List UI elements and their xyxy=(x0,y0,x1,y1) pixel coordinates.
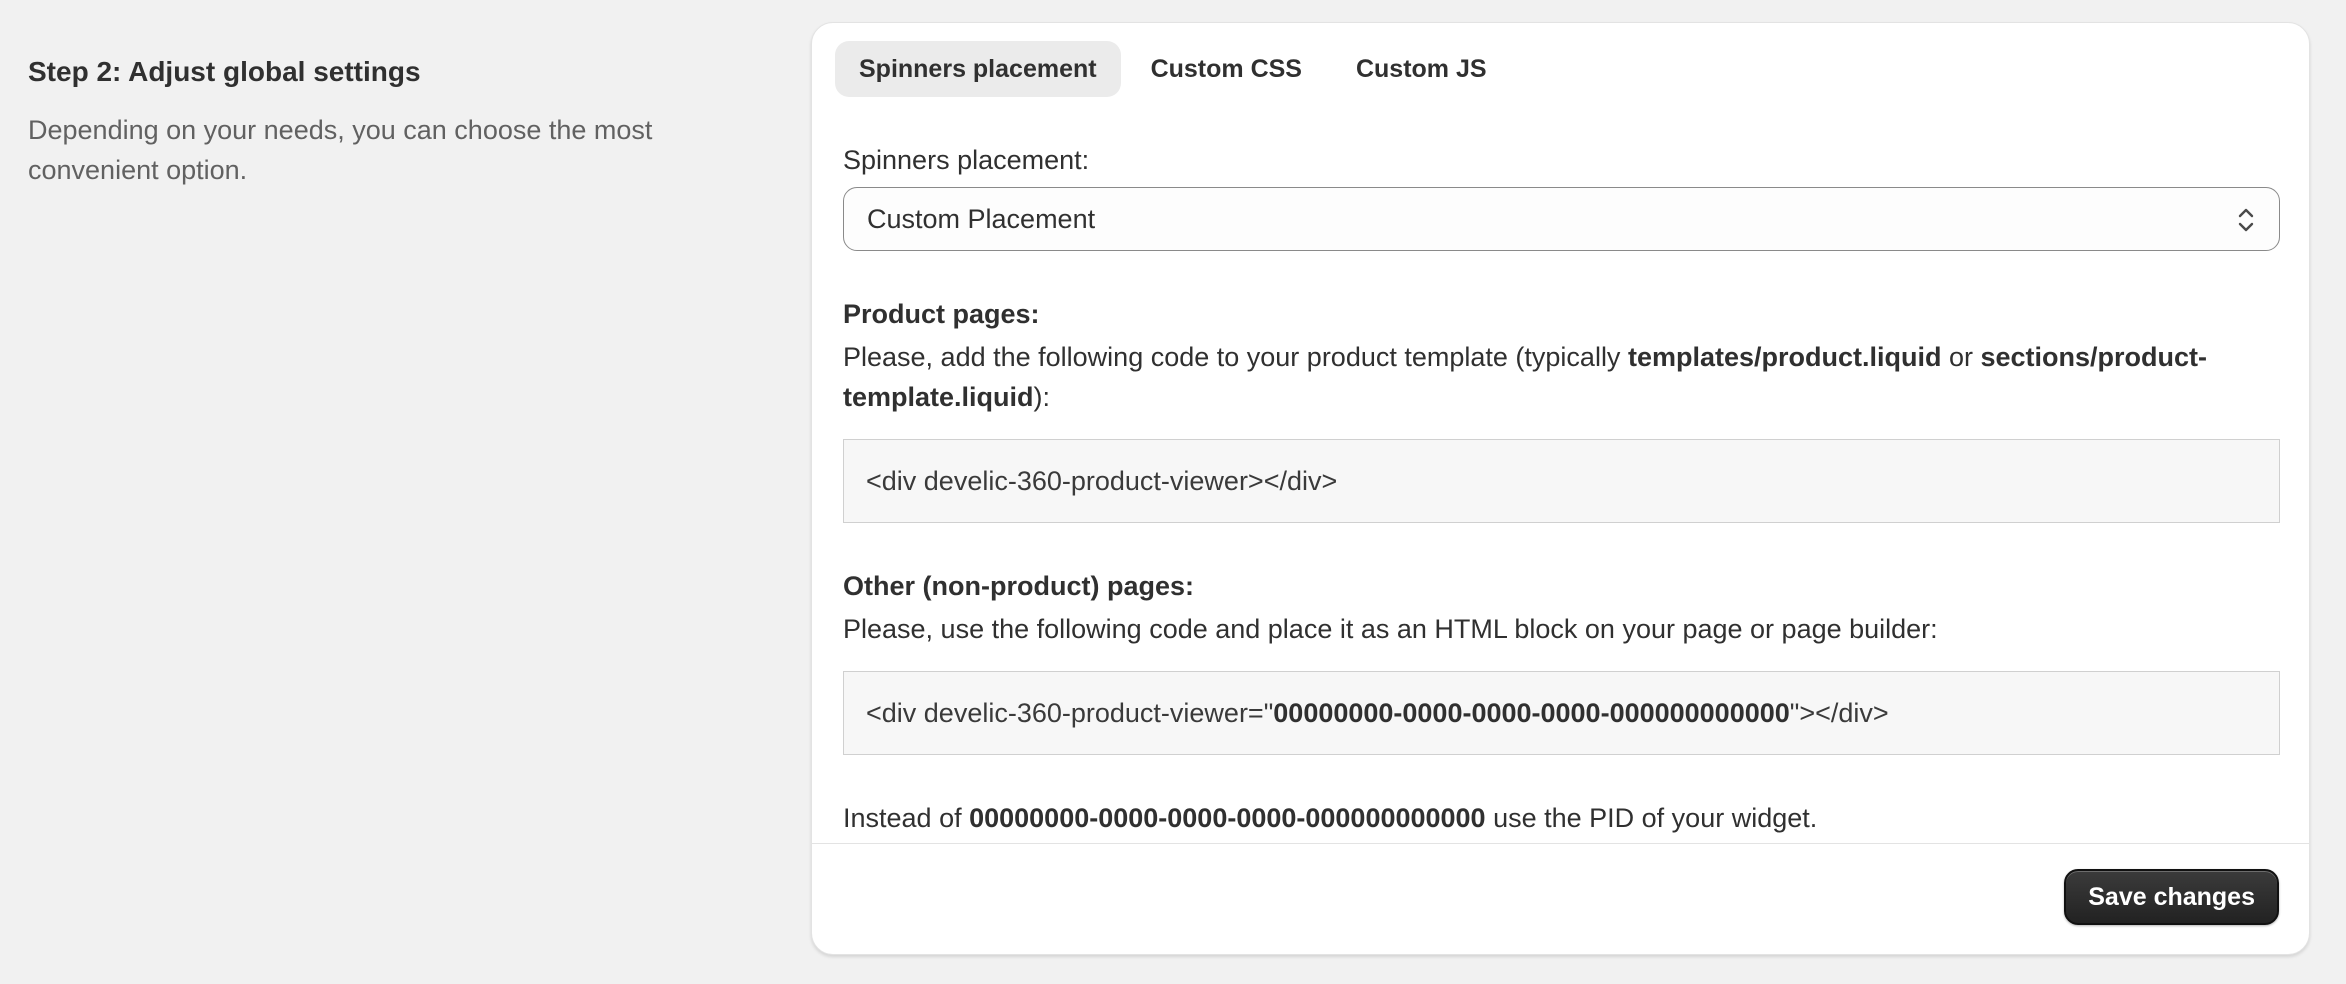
other-code-pid: 00000000-0000-0000-0000-000000000000 xyxy=(1273,697,1790,728)
other-pages-code-block[interactable]: <div develic-360-product-viewer="0000000… xyxy=(843,671,2280,755)
save-changes-button[interactable]: Save changes xyxy=(2064,869,2279,925)
tab-custom-js[interactable]: Custom JS xyxy=(1332,41,1511,97)
pid-note-end: use the PID of your widget. xyxy=(1485,803,1818,833)
step-description-panel: Step 2: Adjust global settings Depending… xyxy=(28,52,728,190)
step-title: Step 2: Adjust global settings xyxy=(28,56,421,87)
other-code-end: "></div> xyxy=(1789,697,1889,728)
product-template-file: templates/product.liquid xyxy=(1627,342,1942,372)
step-description: Depending on your needs, you can choose … xyxy=(28,115,653,185)
spinners-placement-select[interactable]: Custom Placement xyxy=(843,187,2280,251)
tab-spinners-placement[interactable]: Spinners placement xyxy=(835,41,1121,97)
other-pages-instructions: Please, use the following code and place… xyxy=(843,614,1938,644)
tab-custom-css[interactable]: Custom CSS xyxy=(1127,41,1326,97)
chevron-up-down-icon xyxy=(2238,208,2254,232)
settings-card: Spinners placement Custom CSS Custom JS … xyxy=(811,22,2310,955)
product-pages-instructions: Please, add the following code to your p… xyxy=(843,337,2283,417)
pid-note-start: Instead of xyxy=(843,803,970,833)
product-pages-code-block[interactable]: <div develic-360-product-viewer></div> xyxy=(843,439,2280,523)
product-pages-title: Product pages: xyxy=(843,299,1040,329)
other-pages-code: <div develic-360-product-viewer="0000000… xyxy=(866,698,1889,729)
product-pages-text: Please, add the following code to your p… xyxy=(843,342,1628,372)
card-footer-divider xyxy=(812,843,2309,844)
other-pages-title: Other (non-product) pages: xyxy=(843,571,1194,601)
product-pages-code: <div develic-360-product-viewer></div> xyxy=(866,465,1338,496)
product-pages-or: or xyxy=(1941,342,1981,372)
pid-placeholder: 00000000-0000-0000-0000-000000000000 xyxy=(969,803,1486,833)
product-pages-text-end: ): xyxy=(1033,382,1051,412)
other-code-start: <div develic-360-product-viewer=" xyxy=(866,697,1274,728)
pid-note: Instead of 00000000-0000-0000-0000-00000… xyxy=(843,803,1817,834)
tab-bar: Spinners placement Custom CSS Custom JS xyxy=(835,41,1511,97)
spinners-placement-value: Custom Placement xyxy=(867,203,1096,234)
spinners-placement-label: Spinners placement: xyxy=(843,145,1090,175)
